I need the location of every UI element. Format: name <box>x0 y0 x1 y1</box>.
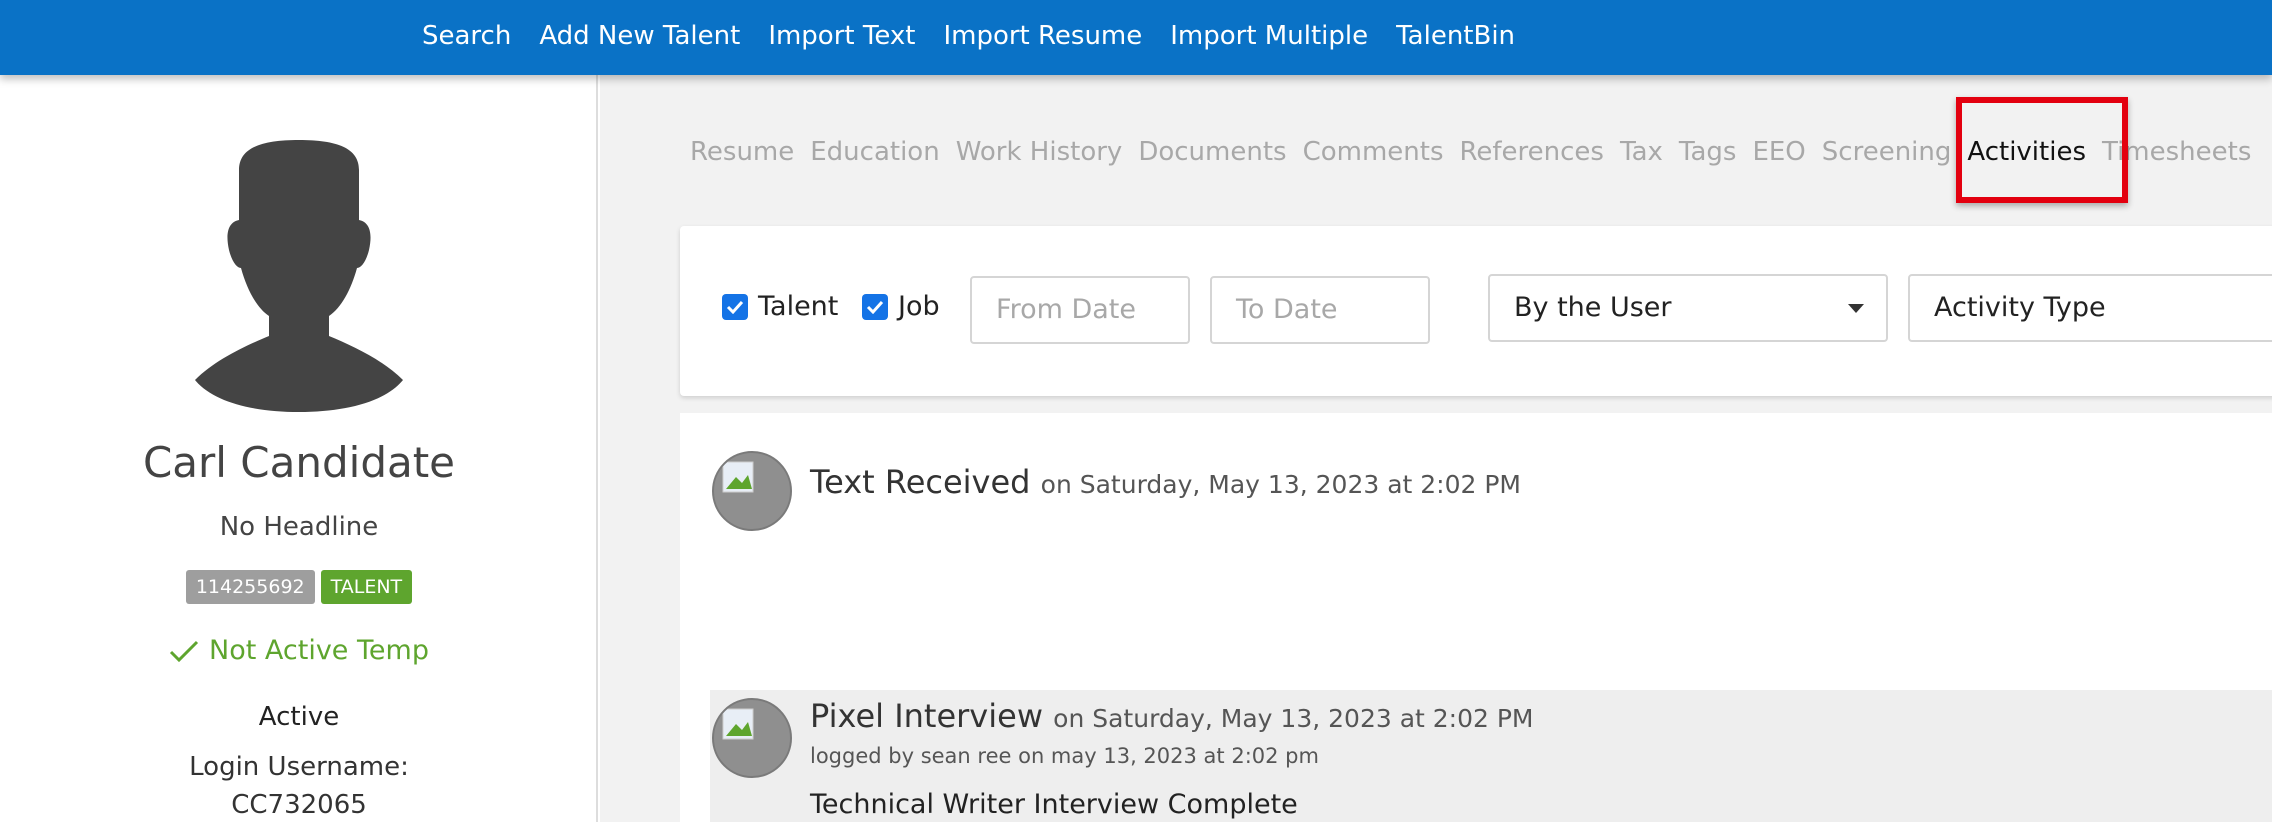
profile-panel: Carl Candidate No Headline 114255692 TAL… <box>0 75 598 822</box>
profile-badges: 114255692 TALENT <box>0 570 598 604</box>
login-username-value: CC732065 <box>231 790 367 820</box>
activity-timestamp: on Saturday, May 13, 2023 at 2:02 PM <box>1040 470 1522 499</box>
activity-title: Text Received on Saturday, May 13, 2023 … <box>810 463 1521 501</box>
tab-references[interactable]: References <box>1460 137 1604 167</box>
talent-checkbox-label: Talent <box>758 291 839 322</box>
nav-import-multiple-link[interactable]: Import Multiple <box>1170 21 1368 51</box>
tab-resume[interactable]: Resume <box>690 137 794 167</box>
activity-timestamp: on Saturday, May 13, 2023 at 2:02 PM <box>1053 704 1534 733</box>
job-checkbox[interactable] <box>862 293 888 320</box>
tab-activities[interactable]: Activities <box>1967 137 2086 167</box>
job-checkbox-label: Job <box>898 291 940 322</box>
user-select[interactable]: By the User <box>1488 274 1888 342</box>
temp-status-label: Not Active Temp <box>209 635 429 666</box>
talent-type-badge: TALENT <box>320 570 413 604</box>
activity-filter-bar: Talent Job From Date To Date By the User… <box>680 226 2272 396</box>
check-icon <box>169 640 199 662</box>
tab-screening[interactable]: Screening <box>1822 137 1952 167</box>
temp-status: Not Active Temp <box>0 635 598 666</box>
job-filter[interactable]: Job <box>862 291 940 322</box>
activity-type: Text Received <box>810 463 1031 501</box>
main-content: Resume Education Work History Documents … <box>600 75 2272 822</box>
talent-checkbox[interactable] <box>722 293 748 320</box>
nav-talentbin-link[interactable]: TalentBin <box>1396 21 1515 51</box>
profile-headline: No Headline <box>219 512 379 542</box>
top-navigation-bar: Search Add New Talent Import Text Import… <box>0 0 2272 75</box>
list-item: Pixel Interview on Saturday, May 13, 202… <box>710 690 2272 822</box>
activity-type-select[interactable]: Activity Type <box>1908 274 2272 342</box>
activity-title: Pixel Interview on Saturday, May 13, 202… <box>810 697 1534 735</box>
activity-logged-by: logged by sean ree on may 13, 2023 at 2:… <box>810 744 1319 768</box>
to-date-input[interactable]: To Date <box>1210 276 1430 344</box>
nav-add-new-talent-link[interactable]: Add New Talent <box>539 21 740 51</box>
broken-image-icon <box>722 708 754 740</box>
activities-list: Text Received on Saturday, May 13, 2023 … <box>680 413 2272 822</box>
tab-documents[interactable]: Documents <box>1138 137 1286 167</box>
broken-image-icon <box>722 461 754 493</box>
tab-tax[interactable]: Tax <box>1620 137 1663 167</box>
from-date-input[interactable]: From Date <box>970 276 1190 344</box>
tab-timesheets[interactable]: Timesheets <box>2102 137 2251 167</box>
chevron-down-icon <box>1848 304 1864 313</box>
list-item: Text Received on Saturday, May 13, 2023 … <box>710 443 2272 563</box>
profile-tabs: Resume Education Work History Documents … <box>690 137 2267 167</box>
person-silhouette-icon <box>195 140 403 412</box>
login-username-label: Login Username: <box>189 752 409 782</box>
activity-type-select-value: Activity Type <box>1934 292 2106 323</box>
nav-import-text-link[interactable]: Import Text <box>768 21 915 51</box>
tab-tags[interactable]: Tags <box>1679 137 1737 167</box>
talent-filter[interactable]: Talent <box>722 291 838 322</box>
status-label: Active <box>258 702 340 732</box>
id-badge: 114255692 <box>185 570 315 604</box>
user-select-value: By the User <box>1514 292 1672 323</box>
nav-import-resume-link[interactable]: Import Resume <box>943 21 1142 51</box>
checkmark-icon <box>726 300 744 314</box>
checkmark-icon <box>866 300 884 314</box>
activity-avatar <box>712 451 792 531</box>
tab-eeo[interactable]: EEO <box>1752 137 1805 167</box>
tab-education[interactable]: Education <box>810 137 939 167</box>
tab-comments[interactable]: Comments <box>1303 137 1444 167</box>
activity-type: Pixel Interview <box>810 697 1043 735</box>
nav-search-link[interactable]: Search <box>422 21 511 51</box>
top-nav: Search Add New Talent Import Text Import… <box>422 0 1543 72</box>
tab-work-history[interactable]: Work History <box>956 137 1123 167</box>
profile-avatar <box>193 140 405 412</box>
profile-name: Carl Candidate <box>142 438 456 487</box>
activity-note: Technical Writer Interview Complete <box>810 789 1298 820</box>
activity-avatar <box>712 698 792 778</box>
